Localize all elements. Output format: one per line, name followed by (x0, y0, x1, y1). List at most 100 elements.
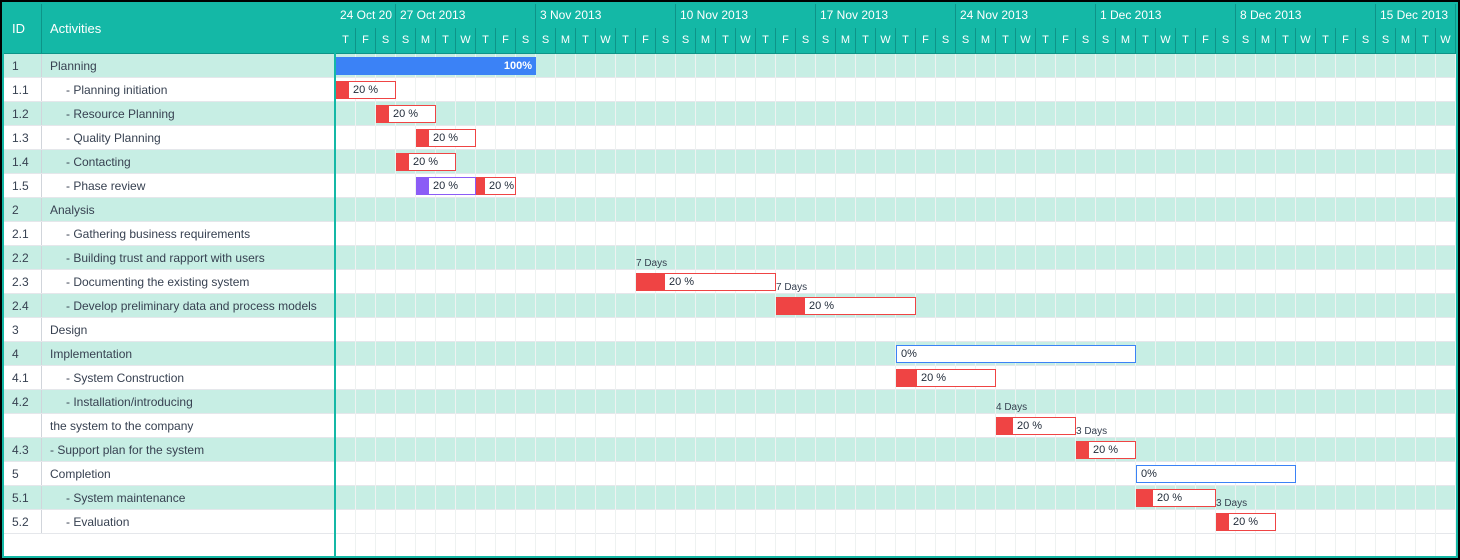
day-header-cell[interactable]: S (396, 28, 416, 53)
table-row[interactable]: 4Implementation (4, 342, 334, 366)
day-header-cell[interactable]: T (336, 28, 356, 53)
table-row[interactable]: 1.2- Resource Planning (4, 102, 334, 126)
day-header-cell[interactable]: F (356, 28, 376, 53)
day-header-cell[interactable]: W (596, 28, 616, 53)
day-header-cell[interactable]: T (436, 28, 456, 53)
day-header-cell[interactable]: W (1016, 28, 1036, 53)
day-header-cell[interactable]: F (776, 28, 796, 53)
week-header-cell[interactable]: 10 Nov 2013 (676, 4, 816, 28)
cell-activity: - Planning initiation (42, 83, 334, 97)
day-header-cell[interactable]: S (676, 28, 696, 53)
table-row[interactable]: 4.2- Installation/introducing (4, 390, 334, 414)
day-header-cell[interactable]: M (1116, 28, 1136, 53)
day-header-cell[interactable]: F (916, 28, 936, 53)
day-header-cell[interactable]: F (636, 28, 656, 53)
table-row[interactable]: 2.4- Develop preliminary data and proces… (4, 294, 334, 318)
day-header-cell[interactable]: S (816, 28, 836, 53)
bar-top-label: 3 Days (1216, 498, 1247, 509)
week-header-cell[interactable]: 1 Dec 2013 (1096, 4, 1236, 28)
week-header-cell[interactable]: 27 Oct 2013 (396, 4, 536, 28)
day-header-cell[interactable]: M (1396, 28, 1416, 53)
bar-text: 20 % (389, 108, 418, 120)
day-header-cell[interactable]: T (576, 28, 596, 53)
day-header-cell[interactable]: S (376, 28, 396, 53)
day-header-cell[interactable]: S (516, 28, 536, 53)
day-header-cell[interactable]: S (1376, 28, 1396, 53)
day-header-cell[interactable]: T (1416, 28, 1436, 53)
day-header-cell[interactable]: M (1256, 28, 1276, 53)
day-header-cell[interactable]: F (1196, 28, 1216, 53)
day-header-cell[interactable]: T (476, 28, 496, 53)
day-header-cell[interactable]: T (1036, 28, 1056, 53)
week-header-cell[interactable]: 15 Dec 2013 (1376, 4, 1456, 28)
day-header-cell[interactable]: T (996, 28, 1016, 53)
day-header-cell[interactable]: W (1156, 28, 1176, 53)
week-header-cell[interactable]: 8 Dec 2013 (1236, 4, 1376, 28)
week-header-cell[interactable]: 24 Oct 20 (336, 4, 396, 28)
grid-header-activities[interactable]: Activities (42, 4, 334, 53)
table-row[interactable]: the system to the company (4, 414, 334, 438)
bar-top-label: 7 Days (776, 282, 807, 293)
table-row[interactable]: 4.3- Support plan for the system (4, 438, 334, 462)
table-row[interactable]: 2.2- Building trust and rapport with use… (4, 246, 334, 270)
day-header-cell[interactable]: T (716, 28, 736, 53)
day-header-cell[interactable]: T (616, 28, 636, 53)
table-row[interactable]: 5.2- Evaluation (4, 510, 334, 534)
table-row[interactable]: 1.5- Phase review (4, 174, 334, 198)
day-header-cell[interactable]: S (1096, 28, 1116, 53)
day-header-cell[interactable]: W (456, 28, 476, 53)
table-row[interactable]: 3Design (4, 318, 334, 342)
cell-activity: Implementation (42, 347, 334, 361)
day-header-cell[interactable]: S (656, 28, 676, 53)
day-header-cell[interactable]: S (796, 28, 816, 53)
timeline-body[interactable]: 100%20 %20 %20 %20 %20 %20 %7 Days20 %7 … (336, 54, 1456, 556)
bar-text: 20 % (917, 372, 946, 384)
day-header-cell[interactable]: T (856, 28, 876, 53)
bar-progress (897, 370, 917, 386)
day-header-cell[interactable]: T (1176, 28, 1196, 53)
day-header-cell[interactable]: S (936, 28, 956, 53)
table-row[interactable]: 1.4- Contacting (4, 150, 334, 174)
day-header-cell[interactable]: W (736, 28, 756, 53)
day-header-cell[interactable]: F (1336, 28, 1356, 53)
day-header-cell[interactable]: S (1236, 28, 1256, 53)
day-header-cell[interactable]: W (1296, 28, 1316, 53)
day-header-cell[interactable]: T (896, 28, 916, 53)
week-header-cell[interactable]: 24 Nov 2013 (956, 4, 1096, 28)
day-header-cell[interactable]: M (556, 28, 576, 53)
day-header-cell[interactable]: W (876, 28, 896, 53)
day-header-cell[interactable]: S (1076, 28, 1096, 53)
day-header-cell[interactable]: M (976, 28, 996, 53)
day-header-cell[interactable]: M (836, 28, 856, 53)
day-header-cell[interactable]: S (536, 28, 556, 53)
day-header-cell[interactable]: T (1136, 28, 1156, 53)
cell-id: 1.5 (4, 174, 42, 197)
table-row[interactable]: 5Completion (4, 462, 334, 486)
day-header-cell[interactable]: T (1316, 28, 1336, 53)
table-row[interactable]: 2Analysis (4, 198, 334, 222)
table-row[interactable]: 4.1- System Construction (4, 366, 334, 390)
grid-header-id[interactable]: ID (4, 4, 42, 53)
day-header-cell[interactable]: T (1276, 28, 1296, 53)
week-header-cell[interactable]: 17 Nov 2013 (816, 4, 956, 28)
table-row[interactable]: 1Planning (4, 54, 334, 78)
day-header-cell[interactable]: F (1056, 28, 1076, 53)
day-header-cell[interactable]: S (1356, 28, 1376, 53)
table-row[interactable]: 1.1- Planning initiation (4, 78, 334, 102)
table-row[interactable]: 5.1- System maintenance (4, 486, 334, 510)
day-header-cell[interactable]: S (1216, 28, 1236, 53)
day-header-cell[interactable]: F (496, 28, 516, 53)
day-header-cell[interactable]: W (1436, 28, 1456, 53)
table-row[interactable]: 1.3- Quality Planning (4, 126, 334, 150)
bar-progress (637, 274, 665, 290)
day-header-cell[interactable]: M (696, 28, 716, 53)
day-header-cell[interactable]: M (416, 28, 436, 53)
day-header-cell[interactable]: T (756, 28, 776, 53)
cell-id: 4.2 (4, 390, 42, 413)
bar-text: 20 % (1229, 516, 1258, 528)
table-row[interactable]: 2.3- Documenting the existing system (4, 270, 334, 294)
week-header-cell[interactable]: 3 Nov 2013 (536, 4, 676, 28)
day-header-cell[interactable]: S (956, 28, 976, 53)
table-row[interactable]: 2.1- Gathering business requirements (4, 222, 334, 246)
cell-id: 5.2 (4, 510, 42, 533)
